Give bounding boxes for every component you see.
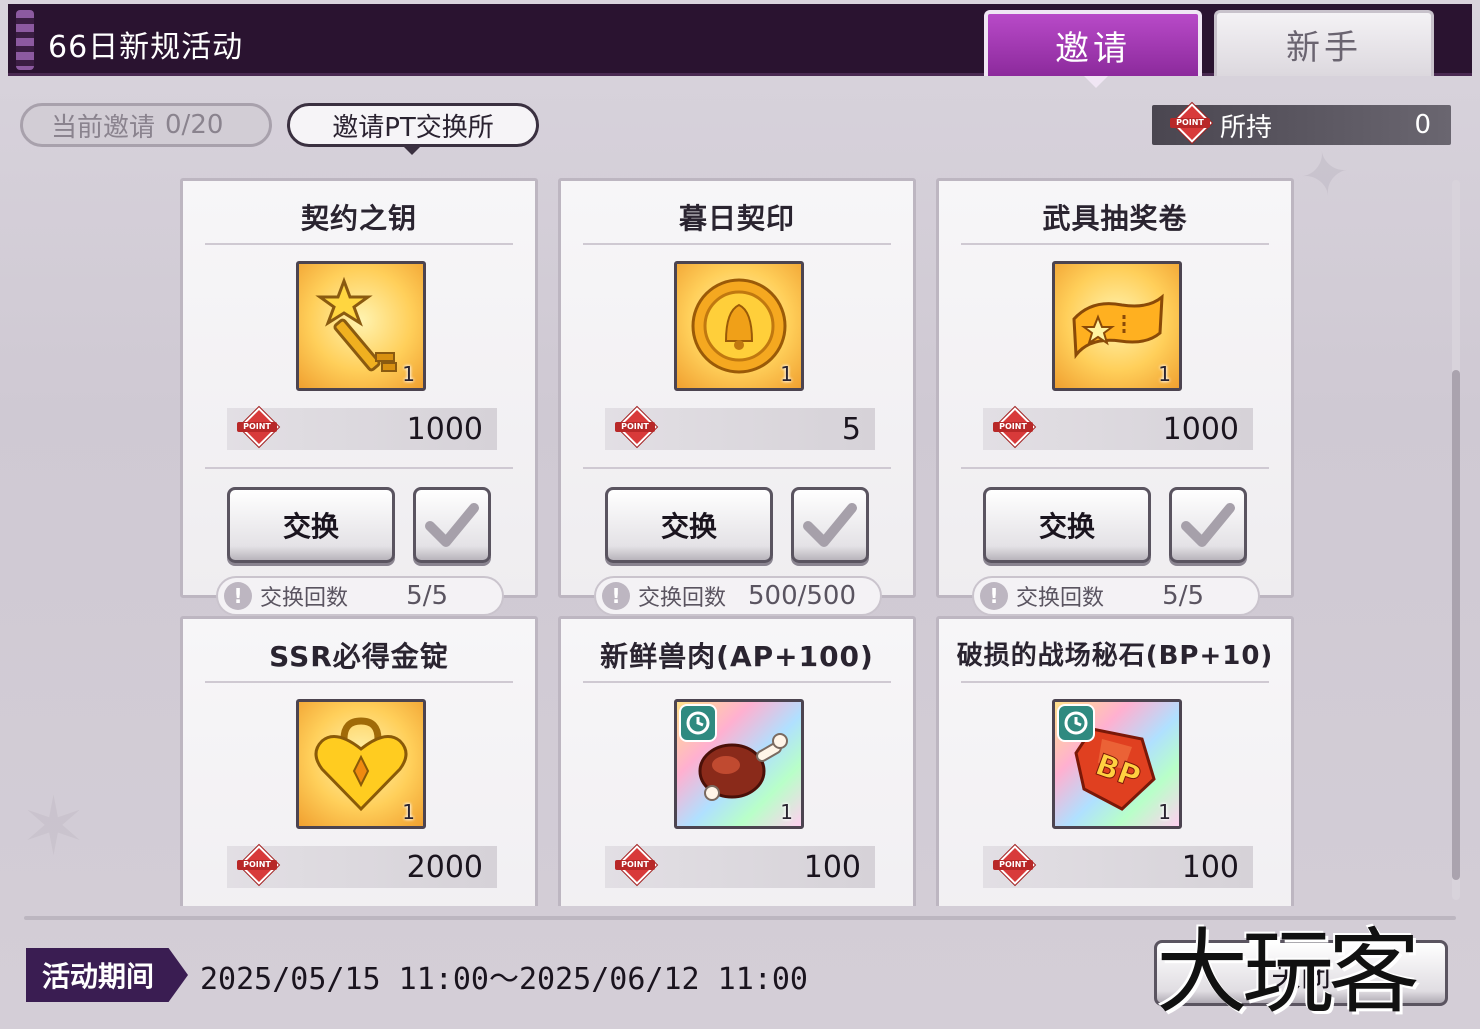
scrollbar[interactable] — [1452, 180, 1460, 900]
warning-icon: ! — [602, 582, 630, 610]
price-value: 100 — [1181, 849, 1239, 885]
event-period-label: 活动期间 — [26, 948, 188, 1002]
point-icon: POINT — [237, 415, 277, 443]
warning-icon: ! — [980, 582, 1008, 610]
chain-decoration-icon — [16, 10, 34, 70]
item-title: 破损的战场秘石(BP+10) — [956, 641, 1274, 671]
max-select-button[interactable] — [413, 487, 491, 563]
exchange-button[interactable]: 交换 — [983, 487, 1151, 563]
item-title: 暮日契印 — [678, 202, 795, 235]
current-invite-value: 0/20 — [165, 110, 224, 140]
max-select-button[interactable] — [791, 487, 869, 563]
price-value: 1000 — [1162, 411, 1239, 447]
exchange-count-value: 500/500 — [747, 581, 856, 611]
price-bar: POINT 100 — [983, 846, 1253, 888]
item-title: 武具抽奖卷 — [1042, 202, 1188, 235]
exchange-count-value: 5/5 — [1162, 581, 1204, 611]
scrollbar-thumb[interactable] — [1452, 370, 1460, 880]
clock-icon — [679, 704, 717, 742]
item-icon-frame[interactable]: 1 — [674, 261, 804, 391]
divider — [583, 243, 891, 245]
checkmark-icon — [425, 503, 479, 547]
item-title: 新鲜兽肉(AP+100) — [600, 640, 874, 673]
price-value: 2000 — [406, 849, 483, 885]
pt-exchange-button[interactable]: 邀请PT交换所 — [287, 103, 539, 155]
divider — [961, 681, 1269, 683]
exchange-count-pill: ! 交换回数 500/500 — [594, 576, 882, 616]
max-select-button[interactable] — [1169, 487, 1247, 563]
checkmark-icon — [803, 503, 857, 547]
divider — [961, 243, 1269, 245]
exchange-count-pill: ! 交换回数 5/5 — [972, 576, 1260, 616]
exchange-button[interactable]: 交换 — [605, 487, 773, 563]
price-bar: POINT 2000 — [227, 846, 497, 888]
item-title: SSR必得金锭 — [269, 640, 449, 673]
held-value: 0 — [1414, 110, 1431, 140]
item-icon-frame[interactable]: BP 1 — [1052, 699, 1182, 829]
point-icon: POINT — [993, 853, 1033, 881]
price-bar: POINT 5 — [605, 408, 875, 450]
exchange-card: 武具抽奖卷 1 POINT 1000 交换 — [936, 178, 1294, 598]
exchange-button[interactable]: 交换 — [227, 487, 395, 563]
item-count: 1 — [780, 362, 793, 386]
divider — [205, 681, 513, 683]
price-value: 5 — [841, 411, 861, 447]
exchange-item-grid: 契约之钥 1 POINT 1000 交换 暮日契印 1 POINT 5 交换 武… — [176, 176, 1304, 906]
exchange-count-value: 5/5 — [406, 581, 448, 611]
point-icon: POINT — [237, 853, 277, 881]
close-button[interactable]: 关闭 — [1154, 940, 1448, 1006]
price-value: 1000 — [406, 411, 483, 447]
price-bar: POINT 100 — [605, 846, 875, 888]
current-invite-label: 当前邀请 — [51, 112, 156, 143]
exchange-count-label: 交换回数 — [638, 586, 727, 611]
item-count: 1 — [780, 800, 793, 824]
exchange-card: 破损的战场秘石(BP+10) BP 1 POINT 100 — [936, 616, 1294, 906]
divider — [583, 467, 891, 469]
item-icon-frame[interactable]: 1 — [296, 261, 426, 391]
price-bar: POINT 1000 — [227, 408, 497, 450]
footer-divider — [24, 916, 1456, 920]
exchange-count-pill: ! 交换回数 5/5 — [216, 576, 504, 616]
item-count: 1 — [402, 362, 415, 386]
divider — [961, 467, 1269, 469]
event-period-value: 2025/05/15 11:00～2025/06/12 11:00 — [200, 962, 808, 997]
item-count: 1 — [1158, 362, 1171, 386]
exchange-card: 暮日契印 1 POINT 5 交换 — [558, 178, 916, 598]
item-title: 契约之钥 — [300, 202, 417, 235]
item-icon-frame[interactable]: 1 — [296, 699, 426, 829]
exchange-count-label: 交换回数 — [1016, 586, 1105, 611]
page-title: 66日新规活动 — [48, 30, 244, 65]
item-icon-frame[interactable]: 1 — [1052, 261, 1182, 391]
exchange-card: 契约之钥 1 POINT 1000 交换 — [180, 178, 538, 598]
item-count: 1 — [402, 800, 415, 824]
tab-invite[interactable]: 邀请 — [984, 10, 1202, 88]
clock-icon — [1057, 704, 1095, 742]
checkmark-icon — [1181, 503, 1235, 547]
held-points-display: POINT 所持 0 — [1152, 105, 1451, 145]
divider — [205, 467, 513, 469]
held-label: 所持 — [1220, 112, 1273, 143]
exchange-count-label: 交换回数 — [260, 586, 349, 611]
warning-icon: ! — [224, 582, 252, 610]
point-icon: POINT — [993, 415, 1033, 443]
divider — [205, 243, 513, 245]
divider — [583, 681, 891, 683]
exchange-card: 新鲜兽肉(AP+100) 1 POINT 100 — [558, 616, 916, 906]
event-window: ✦ ✶ 66日新规活动 邀请 新手 当前邀请 0/20 邀请PT交换所 POIN… — [0, 0, 1480, 1029]
price-value: 100 — [803, 849, 861, 885]
point-icon: POINT — [1170, 111, 1210, 139]
point-icon: POINT — [615, 853, 655, 881]
item-icon-frame[interactable]: 1 — [674, 699, 804, 829]
tab-newbie[interactable]: 新手 — [1214, 10, 1434, 76]
point-icon: POINT — [615, 415, 655, 443]
current-invite-button[interactable]: 当前邀请 0/20 — [20, 103, 272, 147]
exchange-card: SSR必得金锭 1 POINT 2000 — [180, 616, 538, 906]
item-count: 1 — [1158, 800, 1171, 824]
price-bar: POINT 1000 — [983, 408, 1253, 450]
